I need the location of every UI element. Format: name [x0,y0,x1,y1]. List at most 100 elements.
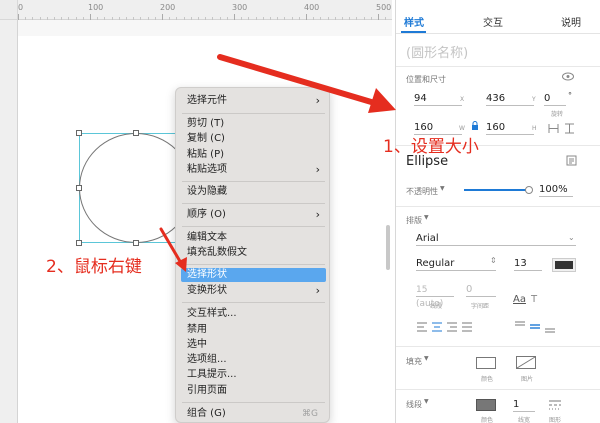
font-family-select[interactable]: Arial [416,232,576,246]
horizontal-ruler: 0 100 200 300 400 500 [18,0,392,20]
ruler-label: 400 [304,3,320,12]
vertical-align-group [515,321,555,333]
tab-notes[interactable]: 说明 [561,14,581,29]
border-width-input[interactable]: 1 [513,398,535,412]
menu-item-select-shape[interactable]: 选择形状 [181,268,326,282]
eye-icon[interactable] [562,72,574,81]
context-menu: 选择元件 › 剪切 (T) 复制 (C) 粘贴 (P) 粘贴选项 › 设为隐藏 顺序… [175,87,330,423]
text-clear-icon[interactable]: T [531,294,537,305]
menu-item-selected[interactable]: 选中 [181,338,326,352]
menu-separator [182,302,325,303]
menu-separator [182,226,325,227]
fill-image-icon[interactable] [516,356,536,369]
edit-style-icon[interactable] [566,155,578,166]
x-label: X [460,96,465,103]
menu-separator [182,402,325,403]
y-input[interactable]: 436 [486,92,534,106]
ruler-tick [75,17,77,20]
tab-style[interactable]: 样式 [404,14,424,29]
font-color-swatch[interactable] [552,258,576,272]
menu-separator [182,181,325,182]
char-spacing-input[interactable]: 0 [466,283,496,297]
text-align-group [417,322,472,332]
fit-height-icon[interactable] [564,123,575,134]
border-color-swatch[interactable] [476,399,496,411]
resize-handle[interactable] [133,130,139,136]
fit-width-icon[interactable] [548,123,559,134]
font-style-select[interactable]: Regular [416,257,496,271]
ruler-label: 500 [376,3,392,12]
chevron-down-icon: ▼ [424,214,429,221]
ruler-label: 0 [18,3,24,12]
ruler-tick [46,17,48,20]
chevron-right-icon: › [315,284,320,297]
resize-handle[interactable] [76,240,82,246]
menu-item-reference-page[interactable]: 引用页面 [181,384,326,398]
tab-interactions[interactable]: 交互 [483,14,503,29]
menu-separator [182,203,325,204]
ruler-tick [61,17,63,20]
chevron-right-icon: › [315,94,320,107]
font-size-input[interactable]: 13 [514,257,542,271]
ruler-tick [241,17,243,20]
rotation-label: 旋转 [551,111,564,118]
ruler-tick [306,14,307,20]
menu-separator [182,113,325,114]
ruler-tick [255,17,257,20]
height-input[interactable]: 160 [486,121,534,135]
chevron-down-icon: ▼ [424,398,429,405]
menu-item-cut[interactable]: 剪切 (T) [181,117,326,131]
menu-item-paste-options[interactable]: 粘贴选项 › [181,163,326,177]
ruler-tick [32,17,34,20]
ruler-tick [82,17,84,20]
opacity-input[interactable]: 100% [539,183,573,197]
ruler-tick [226,17,228,20]
menu-item-group[interactable]: 组合 (G) ⌘G [181,407,326,421]
lock-icon[interactable] [471,121,479,131]
ruler-tick [284,17,286,20]
menu-item-set-hidden[interactable]: 设为隐藏 [181,185,326,199]
ruler-tick [176,17,178,20]
menu-item-option-group[interactable]: 选项组... [181,353,326,367]
rotation-input[interactable]: 0 [544,92,566,106]
ruler-tick [25,17,27,20]
menu-item-paste[interactable]: 粘贴 (P) [181,148,326,162]
resize-handle[interactable] [76,130,82,136]
fill-color-swatch[interactable] [476,357,496,369]
resize-handle[interactable] [76,185,82,191]
text-format-icon[interactable]: Aa [513,294,526,305]
resize-handle[interactable] [133,240,139,246]
inspector-panel: 样式 交互 说明 (圆形名称) 位置和尺寸 94 X 436 Y 0 ° 旋转 … [395,0,600,423]
line-spacing-input[interactable]: 15 (auto) [416,283,454,309]
ruler-tick [385,17,387,20]
menu-item-transform-shape[interactable]: 变换形状 › [181,284,326,298]
menu-item-interaction-styles[interactable]: 交互样式... [181,307,326,321]
menu-item-tooltip[interactable]: 工具提示... [181,368,326,382]
rotation-unit: ° [568,91,572,100]
menu-item-select-widget[interactable]: 选择元件 › [181,94,326,108]
ruler-tick [111,17,113,20]
menu-item-fill-lorem[interactable]: 填充乱数假文 [181,246,326,260]
shape-name-input[interactable]: (圆形名称) [406,42,468,61]
ruler-tick [248,17,250,20]
menu-item-edit-text[interactable]: 编辑文本 [181,231,326,245]
ruler-tick [212,17,214,20]
ruler-tick [133,17,135,20]
ruler-tick [262,17,264,20]
menu-item-copy[interactable]: 复制 (C) [181,132,326,146]
x-input[interactable]: 94 [414,92,462,106]
ruler-tick [327,17,329,20]
vertical-scrollbar[interactable] [386,225,390,270]
stepper-icon: ⇕ [490,256,497,265]
ruler-tick [219,17,221,20]
menu-item-order[interactable]: 顺序 (O) › [181,208,326,222]
ruler-tick [298,17,300,20]
line-spacing-label: 线段 [430,303,443,310]
opacity-slider-thumb[interactable] [525,186,533,194]
ruler-corner [0,0,18,20]
opacity-slider-track[interactable] [464,189,526,191]
menu-item-disable[interactable]: 禁用 [181,323,326,337]
border-pattern-icon[interactable] [548,400,562,410]
ruler-tick [154,17,156,20]
h-label: H [532,125,537,132]
